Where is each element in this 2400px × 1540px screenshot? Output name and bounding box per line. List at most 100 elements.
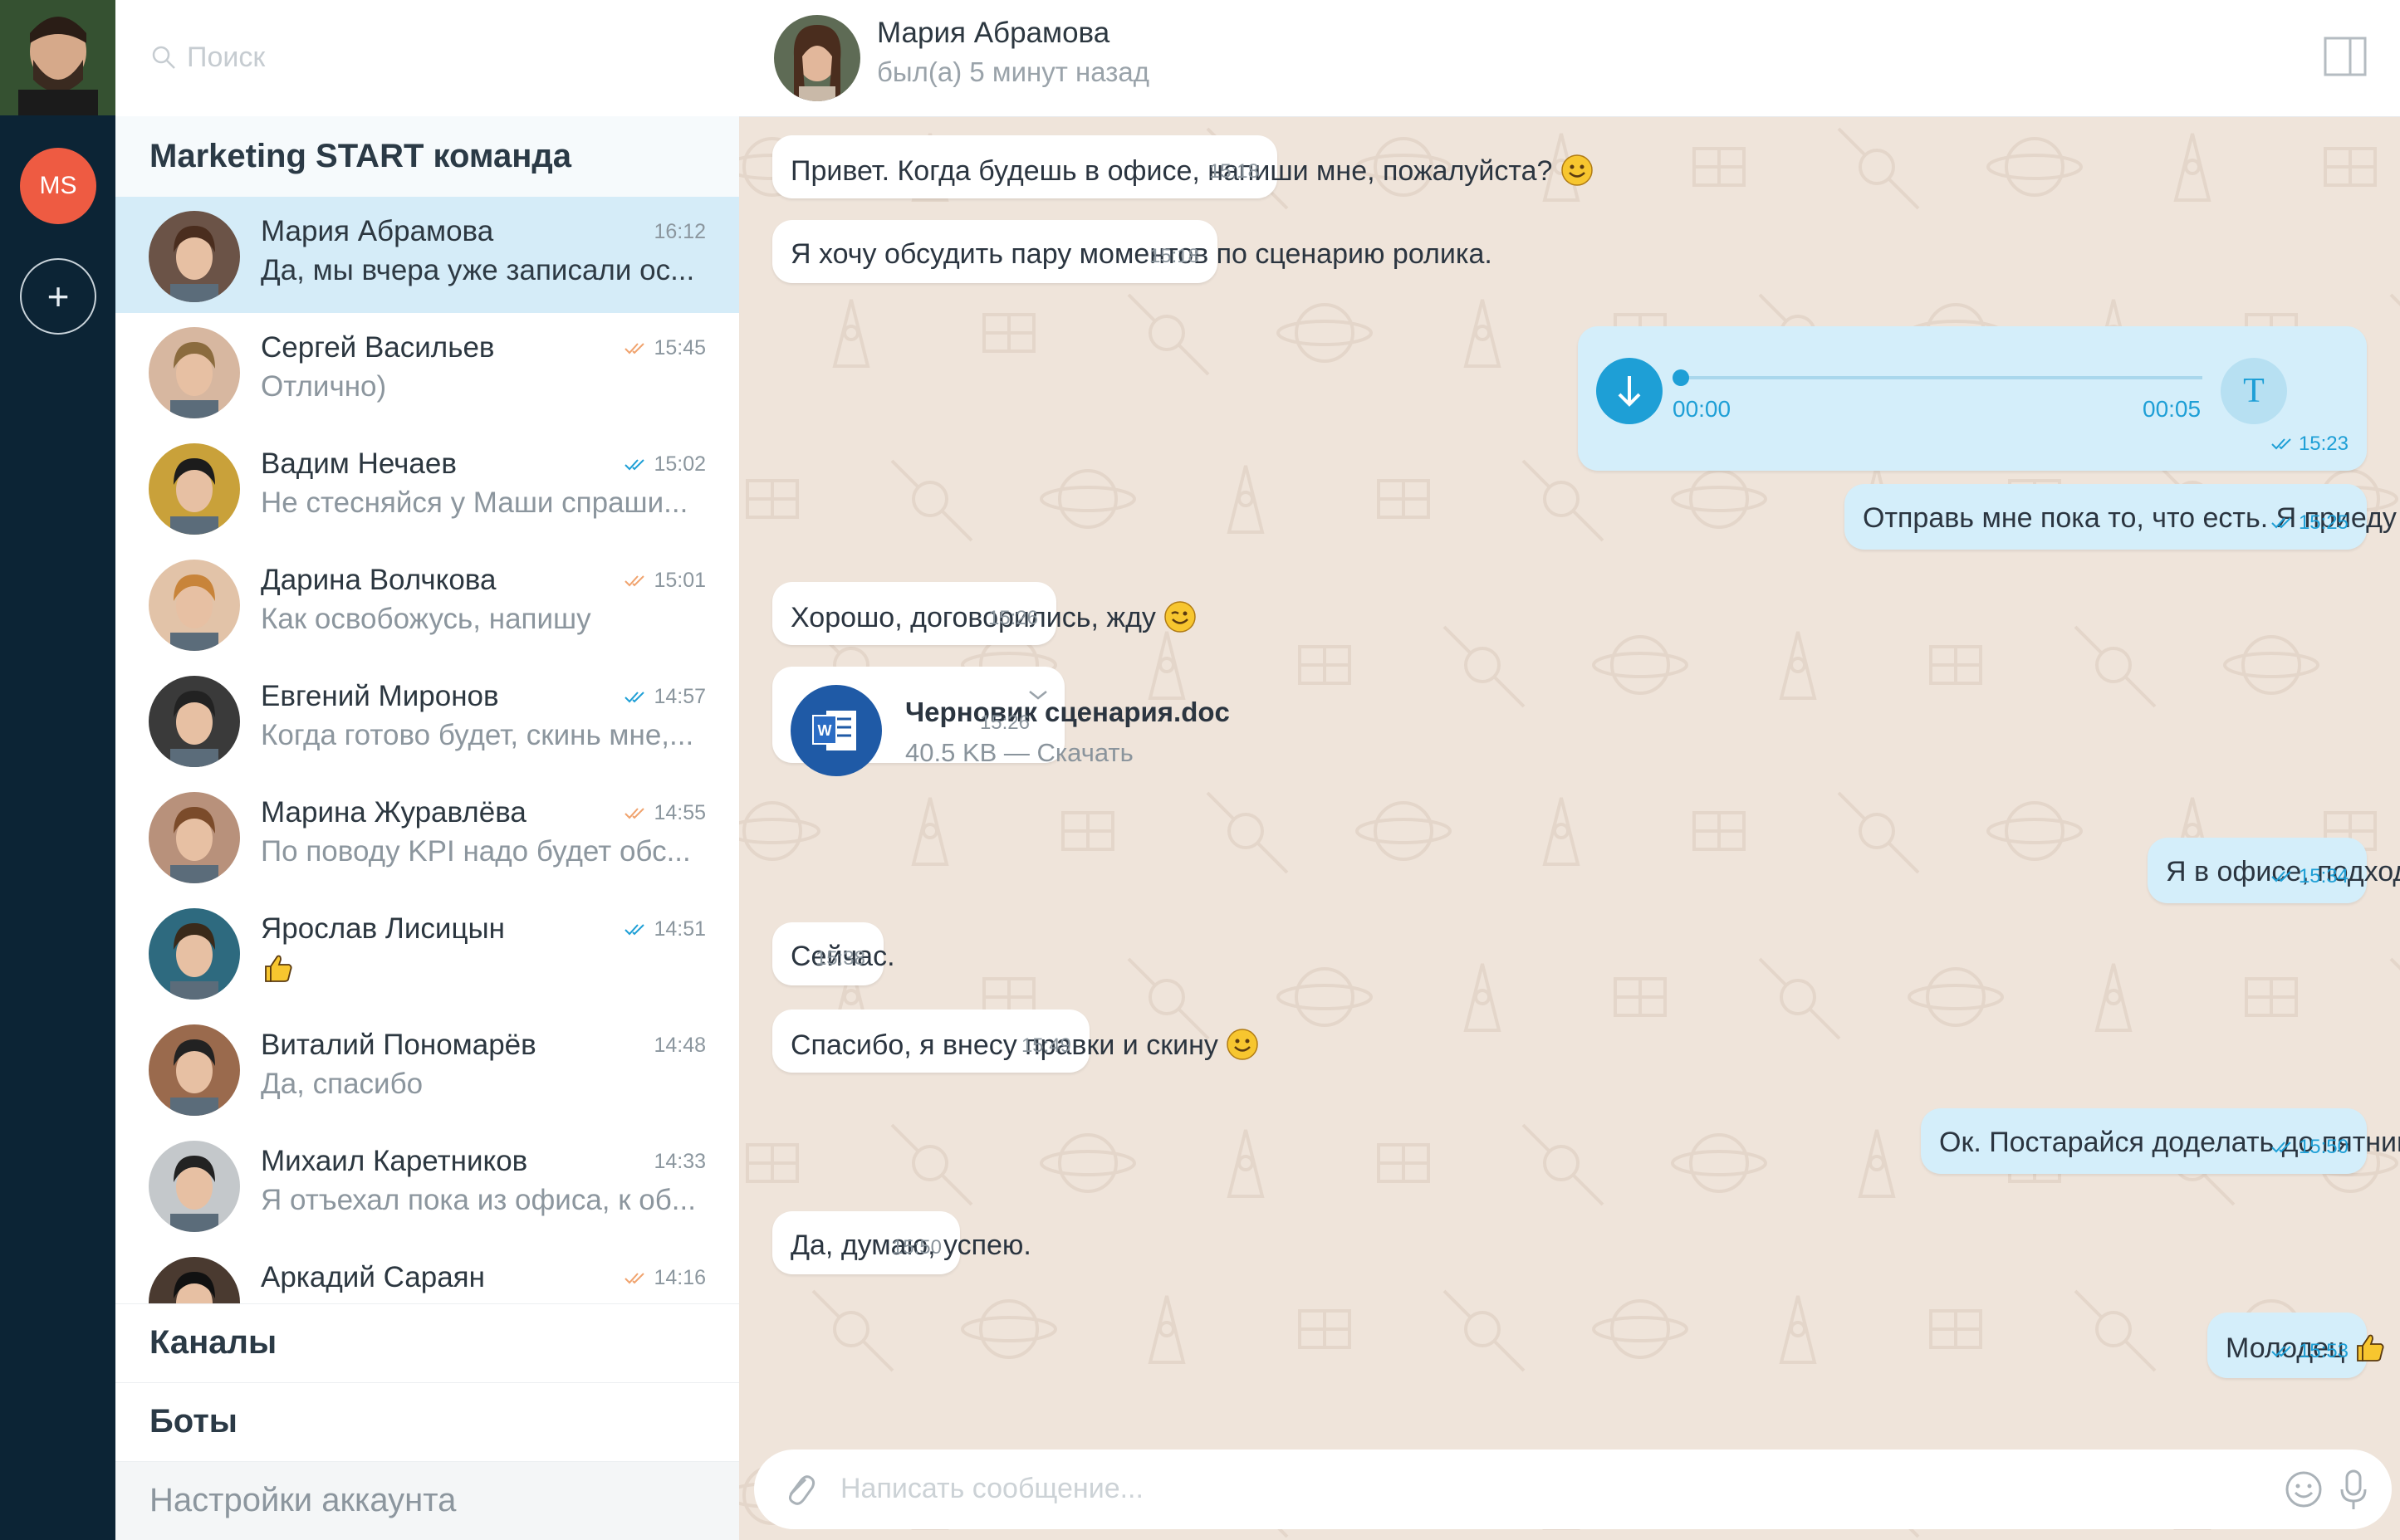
message-time-text: 15:34 (2298, 865, 2349, 887)
read-check-icon (2270, 433, 2294, 456)
chat-item[interactable]: Марина Журавлёва 14:55 По поводу KPI надо … (115, 778, 739, 894)
read-check-icon (624, 917, 647, 941)
sent-check-icon (624, 336, 647, 360)
microphone-icon[interactable] (2334, 1468, 2373, 1511)
file-meta[interactable]: 40.5 KB — Скачать (905, 738, 1134, 768)
svg-text:W: W (818, 722, 832, 739)
smile-emoji-icon (1226, 1029, 1259, 1061)
download-button[interactable] (1596, 358, 1663, 424)
search-bar[interactable]: Поиск (115, 0, 739, 117)
message-bubble[interactable]: Привет. Когда будешь в офисе, напиши мне… (772, 135, 1593, 198)
add-workspace-button[interactable]: + (20, 258, 96, 335)
chat-time: 15:45 (624, 336, 706, 360)
chat-preview: Как освобожусь, напишу (261, 603, 591, 635)
chat-time: 14:55 (624, 801, 706, 825)
chat-item[interactable]: Мария Абрамова 16:12 Да, мы вчера уже запи… (115, 197, 739, 313)
attach-icon[interactable] (781, 1469, 820, 1509)
message-time-text: 15:18 (1149, 245, 1199, 267)
message-bubble[interactable]: Спасибо, я внесу правки и скину 15:49 (772, 1010, 1259, 1073)
message-bubble[interactable]: Молодец 15:53 (2207, 1313, 2384, 1378)
chat-name: Дарина Волчкова (261, 564, 497, 596)
word-file-icon[interactable]: W (791, 685, 882, 776)
message-bubble[interactable]: Отправь мне пока то, что есть. Я приеду … (1844, 484, 2400, 550)
contact-status: был(а) 5 минут назад (877, 56, 1149, 87)
workspace-badge[interactable]: MS (20, 148, 96, 224)
chat-time: 14:51 (624, 917, 706, 941)
chat-time: 14:48 (654, 1034, 706, 1058)
sent-check-icon (624, 1266, 647, 1290)
search-icon (152, 46, 175, 69)
my-avatar[interactable] (0, 0, 115, 115)
message-time-text: 15:18 (1208, 160, 1259, 183)
chat-item[interactable]: Дарина Волчкова 15:01 Как освобожусь, напи… (115, 545, 739, 662)
message-bubble[interactable]: Я в офисе, подходи)15:34 (2148, 838, 2400, 903)
file-name[interactable]: Черновик сценария.doc (905, 697, 1230, 728)
audio-current-time: 00:00 (1673, 396, 1731, 422)
message-time: 15:26 (988, 607, 1038, 630)
message-bubble[interactable]: Да, думаю, успею. 15:50 (772, 1211, 1031, 1274)
chat-item[interactable]: Ярослав Лисицын 14:51 (115, 894, 739, 1010)
chat-time-text: 15:02 (654, 452, 706, 476)
message-bubble[interactable]: Сейчас. 15:38 (772, 922, 895, 985)
avatar (149, 1141, 240, 1232)
audio-track[interactable] (1679, 376, 2202, 379)
chat-header: Мария Абрамова был(а) 5 минут назад (739, 0, 2400, 117)
file-message[interactable]: W Черновик сценария.doc 40.5 KB — Скачать 1… (772, 667, 1230, 776)
chat-item[interactable]: Сергей Васильев 15:45 Отлично) (115, 313, 739, 429)
chat-time: 15:02 (624, 452, 706, 477)
message-time-text: 15:53 (2298, 1340, 2349, 1362)
message-time-text: 15:25 (2298, 511, 2349, 534)
message-bubble[interactable]: Хорошо, договорились, жду 15:26 (772, 582, 1197, 645)
chat-item[interactable]: Аркадий Сараян 14:16 (115, 1243, 739, 1303)
chat-preview: По поводу KPI надо будет обс... (261, 835, 691, 868)
message-time-text: 15:26 (979, 711, 1030, 734)
chat-item[interactable]: Евгений Миронов 14:57 Когда готово будет, … (115, 662, 739, 778)
message-text: Привет. Когда будешь в офисе, напиши мне… (791, 154, 1594, 188)
audio-progress-knob[interactable] (1673, 369, 1689, 386)
message-bubble[interactable]: Я хочу обсудить пару моментов по сценари… (772, 220, 1492, 283)
channels-section[interactable]: Каналы (115, 1303, 739, 1382)
search-input[interactable]: Поиск (187, 42, 265, 74)
chat-time-text: 14:57 (654, 685, 706, 708)
chat-time-text: 14:51 (654, 917, 706, 941)
message-composer[interactable]: Написать сообщение... (754, 1450, 2392, 1529)
chat-preview-emoji (261, 951, 709, 985)
chat-list: Мария Абрамова 16:12 Да, мы вчера уже запи… (115, 197, 739, 1303)
avatar (149, 1257, 240, 1303)
side-panel-icon[interactable] (2324, 35, 2367, 78)
chat-time: 14:57 (624, 685, 706, 709)
message-time: 15:50 (2270, 1136, 2349, 1159)
contact-avatar[interactable] (774, 15, 860, 101)
chat-time-text: 15:01 (654, 569, 706, 592)
avatar (149, 908, 240, 1000)
chat-sidebar: Поиск Marketing START команда Мария Абра… (115, 0, 740, 1540)
chat-item[interactable]: Виталий Пономарёв 14:48 Да, спасибо (115, 1010, 739, 1127)
message-time: 15:18 (1209, 160, 1259, 183)
chat-time-text: 14:48 (654, 1034, 706, 1057)
message-input[interactable]: Написать сообщение... (840, 1473, 1144, 1505)
account-settings-button[interactable]: Настройки аккаунта (115, 1461, 739, 1540)
chat-name: Виталий Пономарёв (261, 1029, 536, 1061)
emoji-icon[interactable] (2284, 1469, 2324, 1509)
message-time-text: 15:26 (987, 607, 1038, 629)
message-bubble[interactable]: Ок. Постарайся доделать до пятницы, пожа… (1921, 1108, 2400, 1174)
transcribe-button[interactable]: T (2221, 358, 2287, 424)
chat-time: 16:12 (654, 220, 706, 244)
message-time: 15:49 (1021, 1034, 1071, 1058)
voice-message[interactable]: 00:00 00:05 T 15:23 (1578, 326, 2367, 471)
chevron-down-icon[interactable] (1026, 687, 1050, 703)
message-area: Привет. Когда будешь в офисе, напиши мне… (739, 117, 2400, 1540)
chat-item[interactable]: Михаил Каретников 14:33 Я отъехал пока из … (115, 1127, 739, 1243)
chat-name: Михаил Каретников (261, 1145, 528, 1177)
group-title: Marketing START команда (149, 138, 572, 174)
chat-preview: Когда готово будет, скинь мне,... (261, 719, 694, 751)
message-time-text: 15:50 (2298, 1136, 2349, 1158)
thumb-emoji-icon (2353, 1332, 2386, 1364)
chat-item[interactable]: Вадим Нечаев 15:02 Не стесняйся у Маши спр… (115, 429, 739, 545)
bots-section[interactable]: Боты (115, 1382, 739, 1461)
group-header[interactable]: Marketing START команда (115, 116, 739, 197)
avatar (149, 443, 240, 535)
read-check-icon (2270, 865, 2294, 888)
chat-time-text: 16:12 (654, 220, 706, 243)
message-time: 15:38 (816, 947, 865, 970)
